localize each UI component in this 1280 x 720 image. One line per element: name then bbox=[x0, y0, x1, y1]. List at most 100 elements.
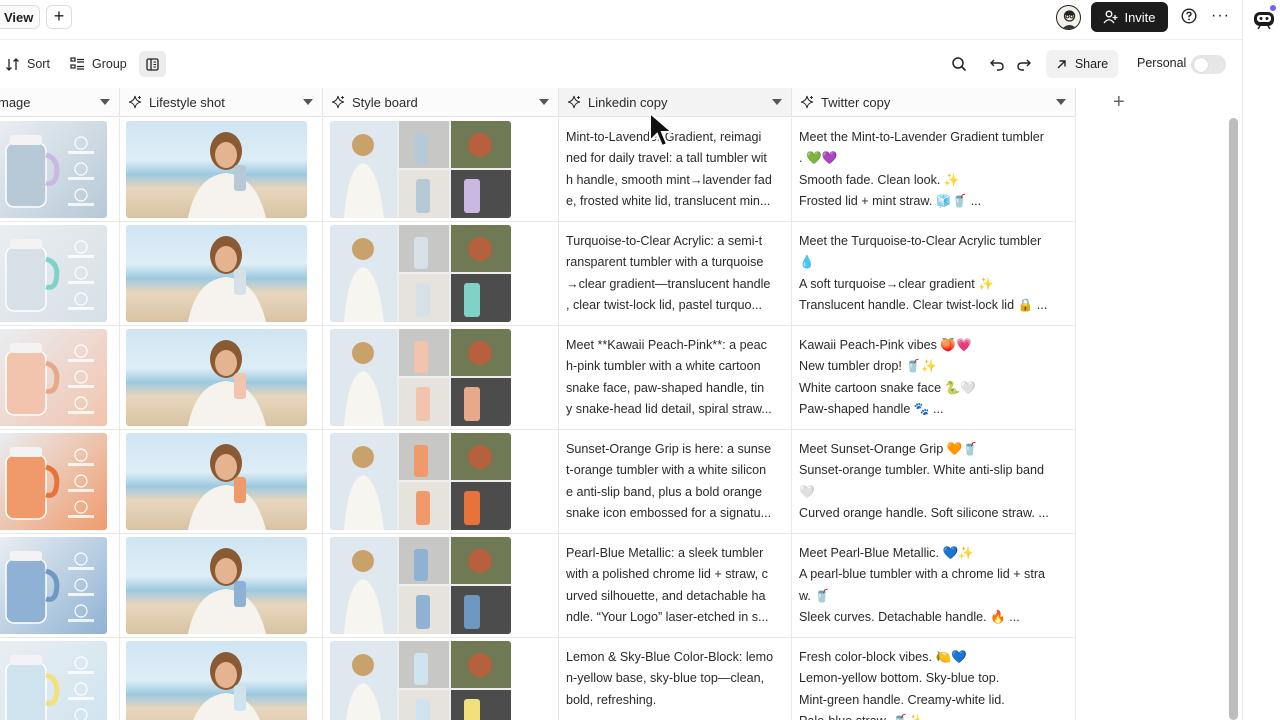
style-board-image[interactable] bbox=[330, 225, 511, 322]
text-line: h-pink tumbler with a white cartoon bbox=[566, 359, 761, 374]
twitter-copy-cell[interactable]: Meet the Turquoise-to-Clear Acrylic tumb… bbox=[792, 222, 1076, 326]
sparkle-icon bbox=[567, 95, 581, 109]
lifestyle-image[interactable] bbox=[126, 641, 307, 720]
vertical-scrollbar[interactable] bbox=[1229, 118, 1238, 720]
lifestyle-shot-cell[interactable] bbox=[120, 534, 323, 638]
table-row[interactable]: Mint-to-Lavender Gradient, reimagi ned fo… bbox=[0, 118, 1076, 222]
personal-toggle[interactable] bbox=[1191, 55, 1226, 74]
lifestyle-shot-cell[interactable] bbox=[120, 326, 323, 430]
redo-icon[interactable] bbox=[1016, 56, 1032, 72]
style-board-cell[interactable] bbox=[323, 118, 559, 222]
lifestyle-image[interactable] bbox=[126, 225, 307, 322]
lifestyle-image[interactable] bbox=[126, 121, 307, 218]
help-icon[interactable] bbox=[1181, 8, 1197, 24]
add-column-button[interactable]: + bbox=[1113, 92, 1125, 112]
lifestyle-image[interactable] bbox=[126, 433, 307, 530]
table-row[interactable]: Pearl-Blue Metallic: a sleek tumbler with… bbox=[0, 534, 1076, 638]
text-line: snake icon embossed for a signatu... bbox=[566, 505, 772, 520]
linkedin-copy-cell[interactable]: Sunset-Orange Grip is here: a sunse t-ora… bbox=[559, 430, 792, 534]
text-line: 🤍 bbox=[799, 484, 815, 499]
lifestyle-shot-cell[interactable] bbox=[120, 638, 323, 720]
text-line: snake face, paw-shaped handle, tin bbox=[566, 380, 765, 395]
chevron-down-icon[interactable] bbox=[772, 99, 782, 105]
more-options-icon[interactable]: ··· bbox=[1211, 7, 1230, 25]
assistant-bot-icon[interactable] bbox=[1251, 4, 1277, 30]
product-image[interactable] bbox=[0, 641, 107, 720]
style-board-cell[interactable] bbox=[323, 222, 559, 326]
text-line: w. 🥤 bbox=[799, 588, 831, 603]
top-bar: View + Invite ··· bbox=[0, 0, 1242, 40]
group-label: Group bbox=[92, 57, 127, 71]
share-button[interactable]: Share bbox=[1046, 50, 1118, 78]
table-row[interactable]: Turquoise-to-Clear Acrylic: a semi-t rans… bbox=[0, 222, 1076, 326]
twitter-copy-cell[interactable]: Meet Pearl-Blue Metallic. 💙✨ A pearl-blue… bbox=[792, 534, 1076, 638]
lifestyle-image[interactable] bbox=[126, 537, 307, 634]
layout-toggle-button[interactable] bbox=[139, 51, 166, 77]
text-line bbox=[566, 711, 785, 720]
table-row[interactable]: Sunset-Orange Grip is here: a sunse t-ora… bbox=[0, 430, 1076, 534]
product-image-cell[interactable] bbox=[0, 534, 120, 638]
mouse-cursor-icon bbox=[649, 111, 675, 148]
lifestyle-shot-cell[interactable] bbox=[120, 118, 323, 222]
collage-illustration bbox=[330, 537, 511, 634]
chevron-down-icon[interactable] bbox=[1056, 99, 1066, 105]
linkedin-copy-cell[interactable]: Pearl-Blue Metallic: a sleek tumbler with… bbox=[559, 534, 792, 638]
search-icon[interactable] bbox=[951, 56, 967, 72]
lifestyle-image[interactable] bbox=[126, 329, 307, 426]
linkedin-copy-text: Pearl-Blue Metallic: a sleek tumbler with… bbox=[559, 534, 792, 628]
product-image-cell[interactable] bbox=[0, 638, 120, 720]
collage-illustration bbox=[330, 433, 511, 530]
table-row[interactable]: Meet **Kawaii Peach-Pink**: a peac h-pink… bbox=[0, 326, 1076, 430]
undo-icon[interactable] bbox=[989, 56, 1005, 72]
style-board-image[interactable] bbox=[330, 329, 511, 426]
product-image[interactable] bbox=[0, 121, 107, 218]
text-line: ndle. “Your Logo” laser-etched in s... bbox=[566, 609, 769, 624]
twitter-copy-cell[interactable]: Kawaii Peach-Pink vibes 🍑💗 New tumbler dr… bbox=[792, 326, 1076, 430]
lifestyle-shot-cell[interactable] bbox=[120, 222, 323, 326]
table-row[interactable]: Lemon & Sky-Blue Color-Block: lemo n-yell… bbox=[0, 638, 1076, 720]
text-line: urved silhouette, and detachable ha bbox=[566, 588, 766, 603]
product-image[interactable] bbox=[0, 433, 107, 530]
column-header-style-board[interactable]: Style board bbox=[323, 88, 559, 117]
product-image[interactable] bbox=[0, 225, 107, 322]
product-image-cell[interactable] bbox=[0, 118, 120, 222]
text-line: Turquoise-to-Clear Acrylic: a semi-t bbox=[566, 234, 763, 248]
avatar[interactable] bbox=[1056, 5, 1081, 30]
product-image[interactable] bbox=[0, 329, 107, 426]
product-image-cell[interactable] bbox=[0, 326, 120, 430]
text-line: Meet Sunset-Orange Grip 🧡🥤 bbox=[799, 442, 979, 456]
text-line: y snake-head lid detail, spiral straw... bbox=[566, 401, 772, 416]
text-line: New tumbler drop! 🥤✨ bbox=[799, 359, 937, 374]
invite-button[interactable]: Invite bbox=[1091, 2, 1168, 32]
chevron-down-icon[interactable] bbox=[539, 99, 549, 105]
tab-view[interactable]: View bbox=[0, 5, 41, 29]
twitter-copy-cell[interactable]: Fresh color-block vibes. 🍋💙 Lemon-yellow … bbox=[792, 638, 1076, 720]
product-image-cell[interactable] bbox=[0, 222, 120, 326]
style-board-cell[interactable] bbox=[323, 638, 559, 720]
chevron-down-icon[interactable] bbox=[100, 99, 110, 105]
style-board-cell[interactable] bbox=[323, 534, 559, 638]
linkedin-copy-cell[interactable]: Meet **Kawaii Peach-Pink**: a peac h-pink… bbox=[559, 326, 792, 430]
style-board-image[interactable] bbox=[330, 121, 511, 218]
column-header-image[interactable]: mage bbox=[0, 88, 120, 117]
chevron-down-icon[interactable] bbox=[303, 99, 313, 105]
column-header-lifestyle-shot[interactable]: Lifestyle shot bbox=[120, 88, 323, 117]
twitter-copy-cell[interactable]: Meet Sunset-Orange Grip 🧡🥤 Sunset-orange … bbox=[792, 430, 1076, 534]
style-board-cell[interactable] bbox=[323, 430, 559, 534]
twitter-copy-text: Meet the Turquoise-to-Clear Acrylic tumb… bbox=[792, 222, 1076, 316]
product-image[interactable] bbox=[0, 537, 107, 634]
style-board-image[interactable] bbox=[330, 641, 511, 720]
sort-button[interactable]: Sort bbox=[5, 53, 50, 75]
style-board-cell[interactable] bbox=[323, 326, 559, 430]
add-tab-button[interactable]: + bbox=[46, 5, 72, 29]
group-button[interactable]: Group bbox=[70, 53, 127, 75]
lifestyle-shot-cell[interactable] bbox=[120, 430, 323, 534]
column-header-twitter-copy[interactable]: Twitter copy bbox=[792, 88, 1076, 117]
product-image-cell[interactable] bbox=[0, 430, 120, 534]
twitter-copy-text: Meet Pearl-Blue Metallic. 💙✨ A pearl-blue… bbox=[792, 534, 1076, 628]
style-board-image[interactable] bbox=[330, 433, 511, 530]
linkedin-copy-cell[interactable]: Turquoise-to-Clear Acrylic: a semi-t rans… bbox=[559, 222, 792, 326]
twitter-copy-cell[interactable]: Meet the Mint-to-Lavender Gradient tumbl… bbox=[792, 118, 1076, 222]
style-board-image[interactable] bbox=[330, 537, 511, 634]
linkedin-copy-cell[interactable]: Lemon & Sky-Blue Color-Block: lemo n-yell… bbox=[559, 638, 792, 720]
